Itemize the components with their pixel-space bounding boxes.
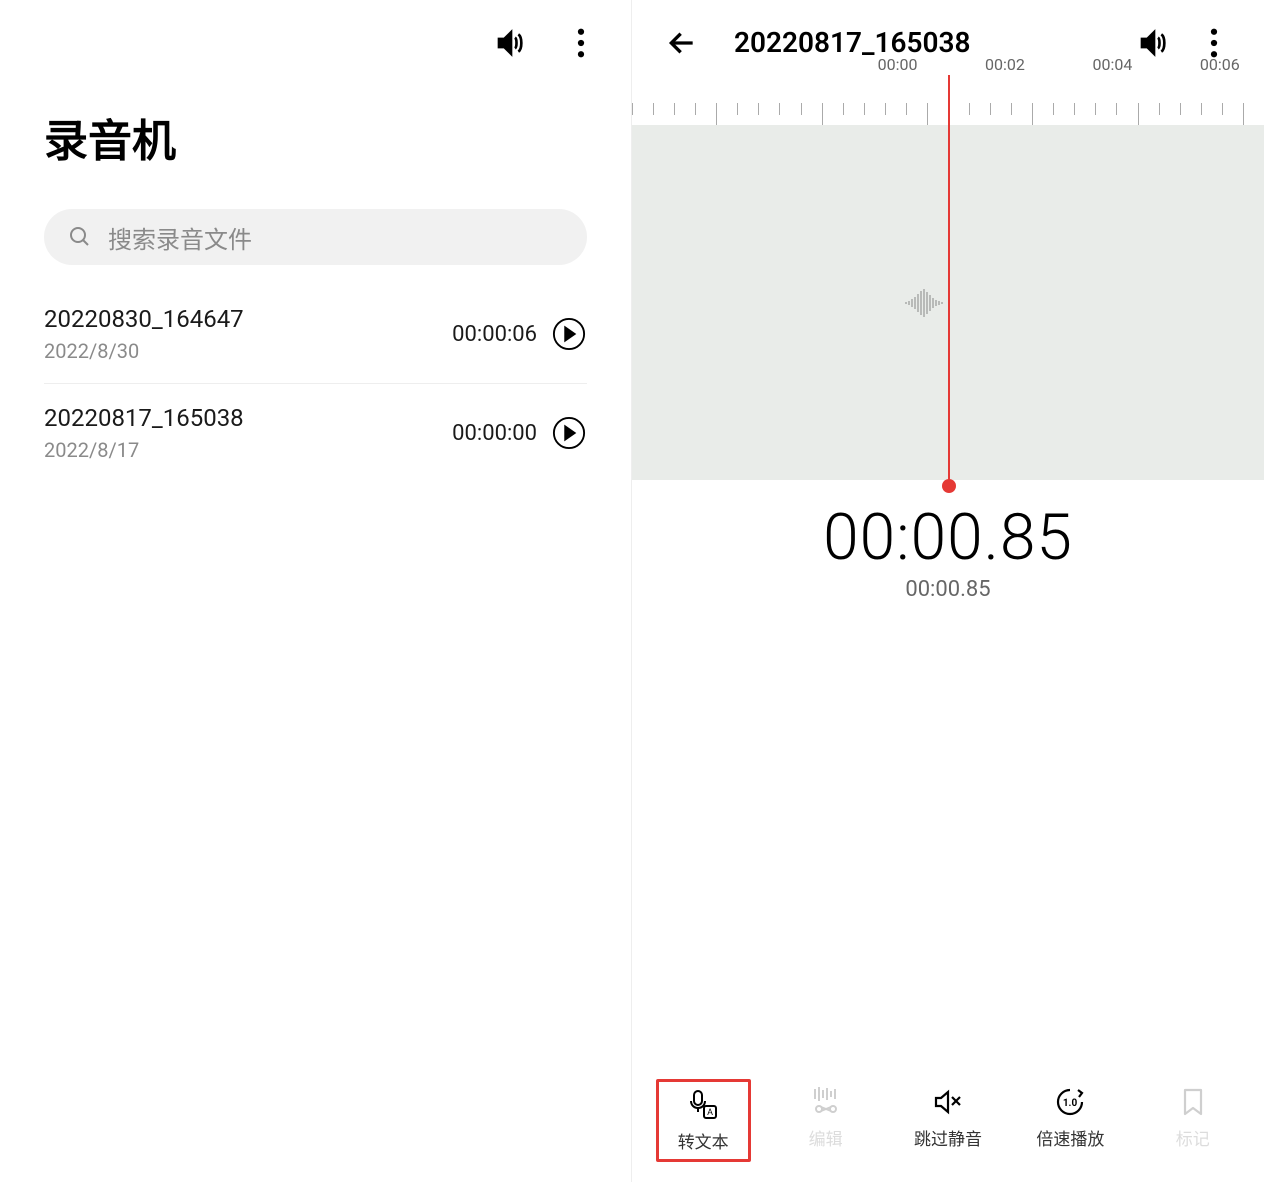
speaker-icon[interactable] — [491, 23, 531, 63]
time-main: 00:00.85 — [632, 500, 1264, 575]
recording-item[interactable]: 20220830_164647 2022/8/30 00:00:06 — [44, 285, 587, 384]
app-title: 录音机 — [0, 75, 631, 209]
speaker-icon[interactable] — [1134, 23, 1174, 63]
svg-text:1.0: 1.0 — [1063, 1098, 1078, 1109]
recorder-list-panel: 录音机 搜索录音文件 20220830_164647 2022/8/30 00:… — [0, 0, 632, 1182]
tool-bookmark[interactable]: 标记 — [1145, 1079, 1240, 1162]
tool-mute-skip[interactable]: 跳过静音 — [900, 1079, 995, 1162]
audio-waveform-icon — [904, 287, 954, 319]
playhead[interactable] — [948, 75, 950, 485]
speed-icon: 1.0 — [1053, 1085, 1087, 1119]
transcribe-icon: A — [686, 1088, 720, 1122]
search-placeholder: 搜索录音文件 — [108, 220, 252, 255]
recording-list: 20220830_164647 2022/8/30 00:00:06 20220… — [0, 285, 631, 482]
mute-skip-icon — [931, 1085, 965, 1119]
tool-edit[interactable]: 编辑 — [778, 1079, 873, 1162]
recording-date: 2022/8/17 — [44, 438, 452, 462]
tool-label: 跳过静音 — [914, 1125, 982, 1150]
tool-label: 编辑 — [809, 1125, 843, 1150]
recording-name: 20220830_164647 — [44, 305, 452, 333]
recording-duration: 00:00:00 — [452, 421, 537, 446]
recording-duration: 00:00:06 — [452, 322, 537, 347]
search-input[interactable]: 搜索录音文件 — [44, 209, 587, 265]
playback-title: 20220817_165038 — [734, 26, 1114, 59]
tool-label: 倍速播放 — [1036, 1125, 1104, 1150]
recording-date: 2022/8/30 — [44, 339, 452, 363]
tool-transcribe[interactable]: A 转文本 — [656, 1079, 751, 1162]
playback-header: 20220817_165038 — [632, 0, 1264, 75]
playback-panel: 20220817_165038 00:00 00:02 00:04 00:06 — [632, 0, 1264, 1182]
svg-text:A: A — [707, 1108, 713, 1118]
time-sub: 00:00.85 — [632, 577, 1264, 602]
edit-icon — [809, 1085, 843, 1119]
play-button[interactable] — [551, 415, 587, 451]
tool-speed[interactable]: 1.0 倍速播放 — [1023, 1079, 1118, 1162]
timeline[interactable]: 00:00 00:02 00:04 00:06 — [632, 75, 1264, 480]
play-button[interactable] — [551, 316, 587, 352]
tool-label: 标记 — [1176, 1125, 1210, 1150]
bottom-toolbar: A 转文本 编辑 跳过静音 1.0 倍速播放 — [632, 1061, 1264, 1182]
bookmark-icon — [1176, 1085, 1210, 1119]
time-display: 00:00.85 00:00.85 — [632, 480, 1264, 622]
recording-item[interactable]: 20220817_165038 2022/8/17 00:00:00 — [44, 384, 587, 482]
list-header — [0, 0, 631, 75]
recording-name: 20220817_165038 — [44, 404, 452, 432]
tool-label: 转文本 — [678, 1128, 729, 1153]
back-button[interactable] — [662, 23, 702, 63]
more-icon[interactable] — [561, 23, 601, 63]
search-icon — [68, 225, 92, 249]
